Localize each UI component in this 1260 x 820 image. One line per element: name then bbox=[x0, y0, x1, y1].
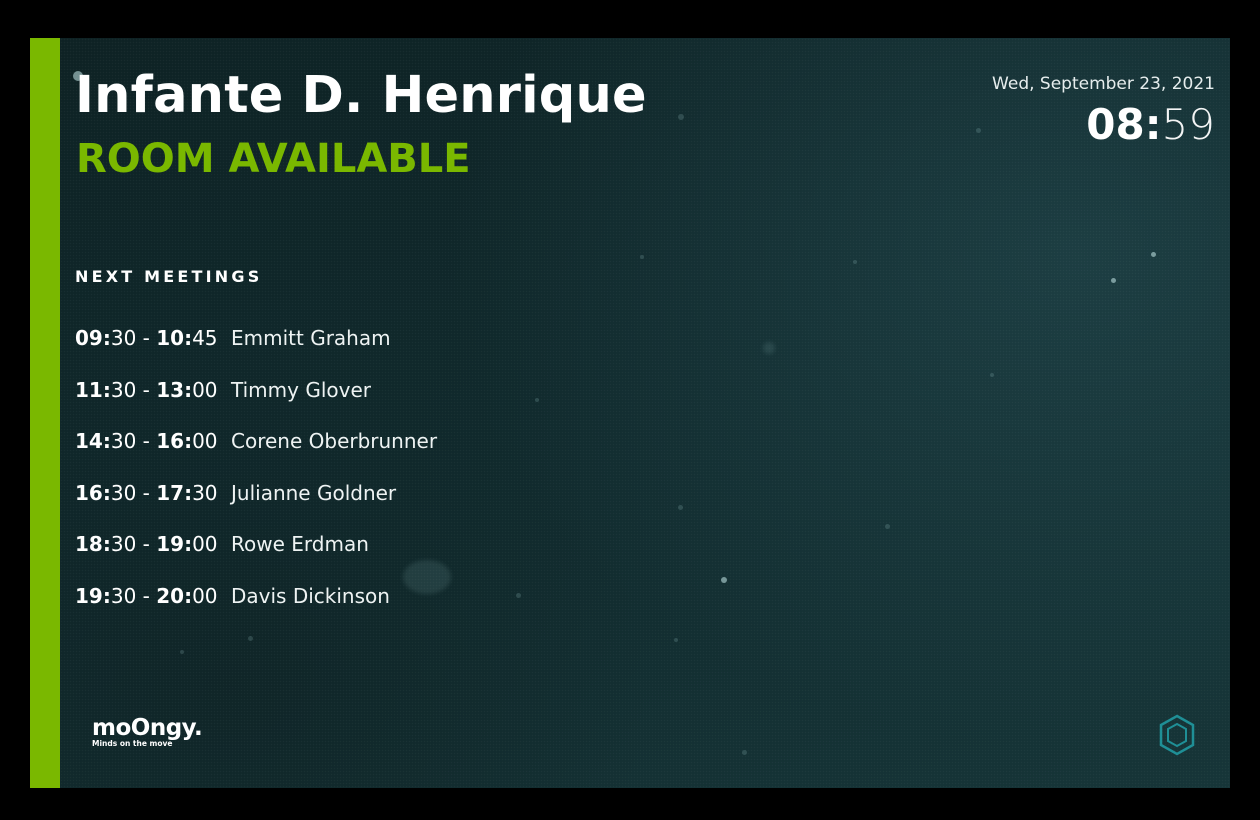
meeting-list: 09:30 - 10:45 Emmitt Graham 11:30 - 13:0… bbox=[75, 326, 437, 636]
dust-particle bbox=[885, 524, 890, 529]
end-minute: 00 bbox=[192, 583, 218, 608]
start-hour: 19: bbox=[75, 583, 111, 608]
start-hour: 14: bbox=[75, 429, 111, 454]
status-accent-bar bbox=[30, 38, 60, 788]
meeting-item: 09:30 - 10:45 Emmitt Graham bbox=[75, 326, 437, 378]
end-hour: 13: bbox=[156, 377, 193, 402]
clock-hours: 08: bbox=[1086, 100, 1162, 149]
meeting-time-range: 14:30 - 16:00 bbox=[75, 429, 218, 454]
meeting-time-range: 16:30 - 17:30 bbox=[75, 480, 218, 505]
room-name: Infante D. Henrique bbox=[75, 66, 647, 125]
dust-particle bbox=[678, 114, 684, 120]
end-minute: 30 bbox=[192, 480, 218, 505]
dust-particle bbox=[853, 260, 857, 264]
start-hour: 11: bbox=[75, 377, 111, 402]
dust-particle bbox=[678, 505, 683, 510]
end-minute: 45 bbox=[192, 326, 218, 350]
room-display-screen: Infante D. Henrique ROOM AVAILABLE Wed, … bbox=[30, 38, 1230, 788]
dust-particle bbox=[742, 750, 747, 755]
current-date: Wed, September 23, 2021 bbox=[992, 74, 1215, 94]
dust-particle bbox=[640, 255, 644, 259]
hexagon-icon bbox=[1159, 714, 1195, 756]
dust-particle bbox=[1111, 278, 1116, 283]
dust-particle bbox=[721, 577, 727, 583]
dust-particle bbox=[1151, 252, 1156, 257]
next-meetings-heading: NEXT MEETINGS bbox=[75, 267, 263, 286]
start-hour: 16: bbox=[75, 480, 111, 505]
meeting-item: 18:30 - 19:00 Rowe Erdman bbox=[75, 532, 437, 584]
start-minute: 30 bbox=[110, 326, 137, 350]
dust-particle bbox=[763, 342, 775, 354]
meeting-item: 16:30 - 17:30 Julianne Goldner bbox=[75, 481, 437, 533]
end-minute: 00 bbox=[192, 429, 218, 454]
meeting-organizer: Rowe Erdman bbox=[231, 532, 369, 557]
dust-particle bbox=[976, 128, 981, 133]
dust-particle bbox=[674, 638, 678, 642]
start-minute: 30 bbox=[110, 583, 137, 608]
room-status: ROOM AVAILABLE bbox=[76, 136, 471, 182]
meeting-time-range: 11:30 - 13:00 bbox=[75, 377, 218, 402]
brand-logo: moOngy. Minds on the move bbox=[92, 715, 203, 748]
start-minute: 30 bbox=[110, 377, 137, 402]
end-minute: 00 bbox=[192, 532, 218, 557]
meeting-organizer: Emmitt Graham bbox=[231, 326, 391, 350]
meeting-time-range: 19:30 - 20:00 bbox=[75, 583, 218, 608]
dust-particle bbox=[535, 398, 539, 402]
start-minute: 30 bbox=[110, 429, 137, 454]
start-hour: 09: bbox=[75, 326, 111, 350]
clock-minutes: 59 bbox=[1161, 100, 1215, 149]
meeting-organizer: Julianne Goldner bbox=[231, 480, 397, 505]
end-hour: 16: bbox=[156, 429, 193, 454]
end-minute: 00 bbox=[192, 377, 218, 402]
dust-particle bbox=[516, 593, 521, 598]
dust-particle bbox=[990, 373, 994, 377]
meeting-organizer: Corene Oberbrunner bbox=[231, 429, 438, 454]
meeting-item: 11:30 - 13:00 Timmy Glover bbox=[75, 378, 437, 430]
end-hour: 17: bbox=[156, 480, 193, 505]
meeting-item: 19:30 - 20:00 Davis Dickinson bbox=[75, 584, 437, 636]
meeting-organizer: Davis Dickinson bbox=[231, 583, 390, 608]
end-hour: 10: bbox=[156, 326, 193, 350]
end-hour: 19: bbox=[156, 532, 193, 557]
meeting-item: 14:30 - 16:00 Corene Oberbrunner bbox=[75, 429, 437, 481]
start-minute: 30 bbox=[110, 532, 137, 557]
current-time: 08:59 bbox=[1086, 100, 1215, 149]
meeting-time-range: 09:30 - 10:45 bbox=[75, 326, 218, 350]
start-hour: 18: bbox=[75, 532, 111, 557]
end-hour: 20: bbox=[156, 583, 193, 608]
meeting-organizer: Timmy Glover bbox=[231, 377, 371, 402]
dust-particle bbox=[180, 650, 184, 654]
meeting-time-range: 18:30 - 19:00 bbox=[75, 532, 218, 557]
start-minute: 30 bbox=[110, 480, 137, 505]
brand-wordmark: moOngy. bbox=[92, 715, 203, 741]
dust-particle bbox=[248, 636, 253, 641]
